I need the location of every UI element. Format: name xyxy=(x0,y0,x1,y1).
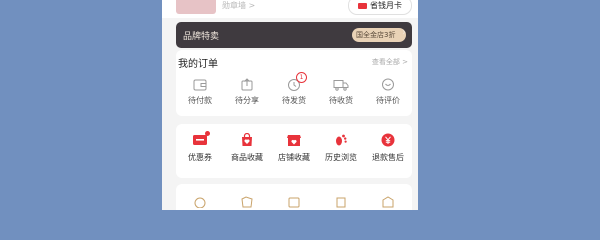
badge-wall-link[interactable]: 勋章墙 > xyxy=(222,0,255,11)
shortcut-browsing-history[interactable]: 历史浏览 xyxy=(317,133,365,163)
month-card-button[interactable]: 省钱月卡 xyxy=(348,0,412,15)
shortcut-coupons[interactable]: 优惠券 xyxy=(176,131,224,163)
service-icon xyxy=(288,197,300,208)
more-service-item[interactable] xyxy=(270,196,318,208)
service-icon xyxy=(241,196,253,208)
order-pending-receipt[interactable]: 待收货 xyxy=(317,78,365,106)
profile-header: 勋章墙 > 省钱月卡 xyxy=(162,0,418,18)
order-label: 待收货 xyxy=(329,96,353,105)
my-orders-title: 我的订单 xyxy=(178,59,218,70)
more-services-card xyxy=(176,184,412,210)
brand-sale-banner[interactable]: 品牌特卖 国全金店3折 › xyxy=(176,22,412,48)
phone-screen: 勋章墙 > 省钱月卡 品牌特卖 国全金店3折 › 我的订单 查看全部 > 待付款 xyxy=(162,0,418,210)
order-count-badge: 1 xyxy=(296,72,307,83)
order-status-row: 待付款 待分享 1 待发货 待收货 待评价 xyxy=(176,72,412,112)
shortcut-label: 商品收藏 xyxy=(231,153,263,162)
avatar[interactable] xyxy=(176,0,216,14)
favorites-card: 优惠券 商品收藏 店铺收藏 历史浏览 退款售后 xyxy=(176,124,412,178)
shortcut-store-favorites[interactable]: 店铺收藏 xyxy=(270,133,318,163)
footprint-icon xyxy=(336,134,347,146)
brand-sale-title: 品牌特卖 xyxy=(183,32,220,42)
more-service-item[interactable] xyxy=(317,196,365,208)
month-card-label: 省钱月卡 xyxy=(370,1,402,10)
refund-icon xyxy=(381,133,395,147)
shortcut-label: 店铺收藏 xyxy=(278,153,310,162)
order-pending-shipment[interactable]: 1 待发货 xyxy=(270,72,318,106)
more-service-item[interactable] xyxy=(176,196,224,208)
brand-sale-pill-label: 国全金店3折 xyxy=(356,31,396,39)
order-pending-payment[interactable]: 待付款 xyxy=(176,78,224,106)
shortcut-label: 历史浏览 xyxy=(325,153,357,162)
store-heart-icon xyxy=(287,135,301,146)
shortcut-refund-after-sale[interactable]: 退款售后 xyxy=(364,133,412,163)
order-label: 待评价 xyxy=(376,96,400,105)
share-icon xyxy=(241,78,253,91)
shortcut-product-favorites[interactable]: 商品收藏 xyxy=(223,133,271,163)
truck-icon xyxy=(333,80,349,91)
shortcut-label: 优惠券 xyxy=(188,153,212,162)
brand-sale-pill[interactable]: 国全金店3折 xyxy=(352,28,406,42)
order-label: 待分享 xyxy=(235,96,259,105)
notification-dot xyxy=(205,131,210,136)
order-label: 待发货 xyxy=(282,96,306,105)
my-orders-card: 我的订单 查看全部 > 待付款 待分享 1 待发货 待收货 待评价 xyxy=(176,50,412,116)
view-all-orders-link[interactable]: 查看全部 > xyxy=(372,57,408,67)
chevron-right-icon: › xyxy=(402,27,406,38)
service-icon xyxy=(382,196,394,208)
service-icon xyxy=(194,197,206,208)
order-label: 待付款 xyxy=(188,96,212,105)
service-icon xyxy=(336,197,346,208)
order-pending-review[interactable]: 待评价 xyxy=(364,78,412,106)
comment-icon xyxy=(382,78,394,91)
card-icon xyxy=(358,2,367,9)
more-service-item[interactable] xyxy=(364,196,412,208)
wallet-icon xyxy=(193,79,207,91)
order-pending-share[interactable]: 待分享 xyxy=(223,78,271,106)
shortcut-label: 退款售后 xyxy=(372,153,404,162)
bag-heart-icon xyxy=(242,133,252,146)
more-service-item[interactable] xyxy=(223,196,271,208)
